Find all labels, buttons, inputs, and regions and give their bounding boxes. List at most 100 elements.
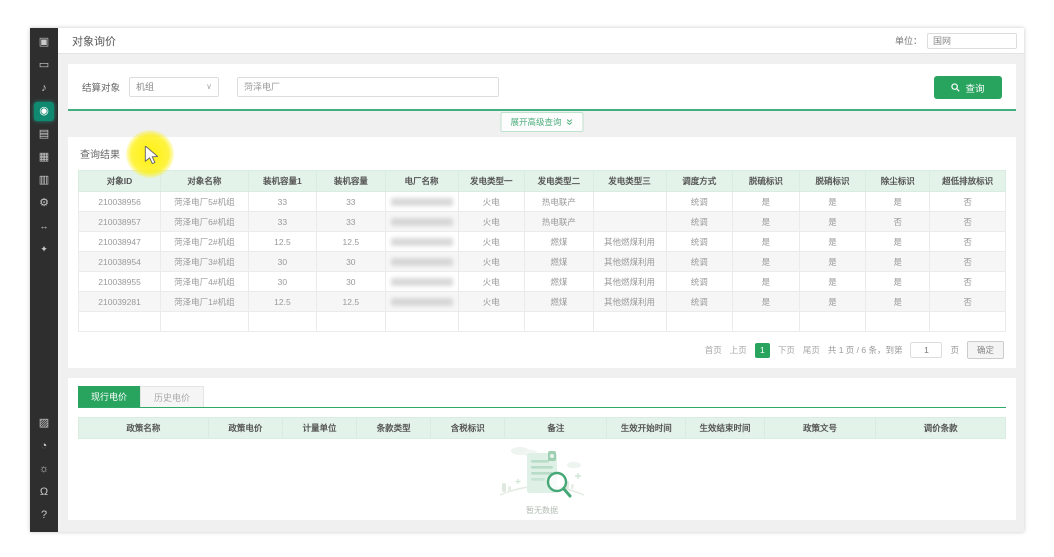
- results-table-cell: 统调: [666, 252, 733, 272]
- transfer-icon[interactable]: ↔: [34, 217, 54, 236]
- results-table-cell: 33: [317, 192, 385, 212]
- results-table-cell: [385, 312, 458, 332]
- price-column-header: 生效开始时间: [607, 418, 686, 439]
- folder-icon[interactable]: ▭: [34, 56, 54, 75]
- results-table-cell: 是: [799, 252, 866, 272]
- results-table-cell: 火电: [458, 272, 525, 292]
- results-column-header: 除尘标识: [866, 171, 930, 192]
- results-table-row[interactable]: 210038955菏泽电厂4#机组3030火电燃煤其他燃煤利用统调是是是否: [79, 272, 1006, 292]
- results-table-cell: [593, 192, 666, 212]
- results-table-cell: [385, 292, 458, 312]
- results-table-cell: 其他燃煤利用: [593, 232, 666, 252]
- results-table-cell: 210039281: [79, 292, 161, 312]
- monitor-icon[interactable]: ▦: [34, 148, 54, 167]
- blurred-plant-name: [391, 298, 453, 306]
- pagination-first[interactable]: 首页: [705, 344, 722, 356]
- pagination-confirm-button[interactable]: 确定: [967, 341, 1004, 359]
- results-table-cell: [525, 312, 593, 332]
- blurred-plant-name: [391, 218, 453, 226]
- results-table-cell: [458, 312, 525, 332]
- results-table-row[interactable]: 210038954菏泽电厂3#机组3030火电燃煤其他燃煤利用统调是是是否: [79, 252, 1006, 272]
- object-type-select[interactable]: 机组 ∨: [129, 77, 219, 97]
- results-table: 对象ID对象名称装机容量1装机容量电厂名称发电类型一发电类型二发电类型三调度方式…: [78, 170, 1006, 332]
- pagination-page-suffix: 页: [950, 344, 959, 356]
- history-icon[interactable]: ◔: [34, 437, 54, 456]
- results-table-cell: 菏泽电厂4#机组: [161, 272, 249, 292]
- results-table-row[interactable]: 210038957菏泽电厂6#机组3333火电热电联产统调是是否否: [79, 212, 1006, 232]
- results-table-cell: 燃煤: [525, 232, 593, 252]
- chevron-down-icon: ∨: [206, 82, 212, 91]
- unit-input[interactable]: [927, 33, 1017, 49]
- tab-current-price[interactable]: 现行电价: [78, 386, 140, 407]
- results-table-cell: 是: [799, 272, 866, 292]
- results-table-cell: 否: [930, 252, 1006, 272]
- results-column-header: 脱硝标识: [799, 171, 866, 192]
- price-column-header: 调价条款: [876, 418, 1006, 439]
- results-table-cell: 是: [733, 252, 800, 272]
- results-table-cell: 是: [799, 212, 866, 232]
- results-empty-row: [79, 312, 1006, 332]
- page-jump-input[interactable]: [910, 342, 942, 358]
- results-table-cell: 燃煤: [525, 272, 593, 292]
- empty-state: 暂无数据: [78, 439, 1006, 520]
- results-column-header: 对象名称: [161, 171, 249, 192]
- image-icon[interactable]: ▨: [34, 414, 54, 433]
- expand-advanced-query-label: 展开高级查询: [510, 116, 561, 128]
- no-data-illustration: [490, 439, 594, 503]
- results-table-cell: 燃煤: [525, 292, 593, 312]
- results-table-row[interactable]: 210038947菏泽电厂2#机组12.512.5火电燃煤其他燃煤利用统调是是是…: [79, 232, 1006, 252]
- gear-icon[interactable]: ⚙: [34, 194, 54, 213]
- theme-icon[interactable]: ☼: [34, 460, 54, 479]
- sidebar: ▣ ▭ ♪ ◉ ▤ ▦ ▥ ⚙ ↔ ✦ ▨ ◔ ☼ Ω?: [30, 28, 58, 532]
- results-table-cell: 210038956: [79, 192, 161, 212]
- price-card: 现行电价历史电价 政策名称政策电价计量单位条款类型含税标识备注生效开始时间生效结…: [68, 378, 1016, 520]
- results-table-row[interactable]: 210039281菏泽电厂1#机组12.512.5火电燃煤其他燃煤利用统调是是是…: [79, 292, 1006, 312]
- help-icon[interactable]: ?: [34, 506, 54, 525]
- archive-icon[interactable]: ▥: [34, 171, 54, 190]
- unit-field-group: 单位：: [895, 33, 1017, 49]
- settlement-object-label: 结算对象: [82, 80, 120, 94]
- logo-icon[interactable]: ▣: [34, 33, 54, 52]
- blurred-plant-name: [391, 198, 453, 206]
- results-table-cell: 12.5: [317, 232, 385, 252]
- tab-history-price[interactable]: 历史电价: [140, 386, 204, 407]
- results-column-header: 电厂名称: [385, 171, 458, 192]
- music-icon[interactable]: ♪: [34, 79, 54, 98]
- pagination-prev[interactable]: 上页: [730, 344, 747, 356]
- results-table-cell: 菏泽电厂2#机组: [161, 232, 249, 252]
- price-column-header: 政策电价: [208, 418, 282, 439]
- query-button[interactable]: 查询: [934, 76, 1002, 99]
- main-area: 对象询价 单位： 结算对象 机组 ∨: [58, 28, 1024, 532]
- results-table-cell: 是: [866, 192, 930, 212]
- pagination: 首页 上页 1 下页 尾页 共 1 页 / 6 条，到第 页 确定: [80, 341, 1004, 359]
- results-table-cell: 是: [866, 232, 930, 252]
- results-table-cell: [930, 312, 1006, 332]
- results-table-cell: [593, 212, 666, 232]
- results-table-cell: 统调: [666, 232, 733, 252]
- expand-advanced-query-button[interactable]: 展开高级查询: [500, 112, 583, 132]
- results-table-cell: [593, 312, 666, 332]
- results-table-cell: 火电: [458, 192, 525, 212]
- keyword-input[interactable]: [237, 77, 499, 97]
- pagination-next[interactable]: 下页: [778, 344, 795, 356]
- pagination-last[interactable]: 尾页: [803, 344, 820, 356]
- results-table-cell: 210038954: [79, 252, 161, 272]
- results-table-cell: [79, 312, 161, 332]
- camera-icon[interactable]: ◉: [34, 102, 54, 121]
- price-table: 政策名称政策电价计量单位条款类型含税标识备注生效开始时间生效结束时间政策文号调价…: [78, 417, 1006, 439]
- blurred-plant-name: [391, 238, 453, 246]
- results-table-cell: [733, 312, 800, 332]
- results-table-row[interactable]: 210038956菏泽电厂5#机组3333火电热电联产统调是是是否: [79, 192, 1006, 212]
- results-table-cell: 是: [733, 212, 800, 232]
- pagination-current-page[interactable]: 1: [755, 343, 770, 358]
- results-column-header: 装机容量: [317, 171, 385, 192]
- price-table-wrap: 政策名称政策电价计量单位条款类型含税标识备注生效开始时间生效结束时间政策文号调价…: [78, 417, 1006, 439]
- results-column-header: 调度方式: [666, 171, 733, 192]
- results-table-cell: 12.5: [248, 232, 316, 252]
- results-table-cell: 210038955: [79, 272, 161, 292]
- pin-icon[interactable]: ✦: [34, 240, 54, 259]
- object-type-value: 机组: [136, 80, 154, 93]
- bell-icon[interactable]: Ω: [34, 483, 54, 502]
- list-icon[interactable]: ▤: [34, 125, 54, 144]
- price-column-header: 含税标识: [431, 418, 505, 439]
